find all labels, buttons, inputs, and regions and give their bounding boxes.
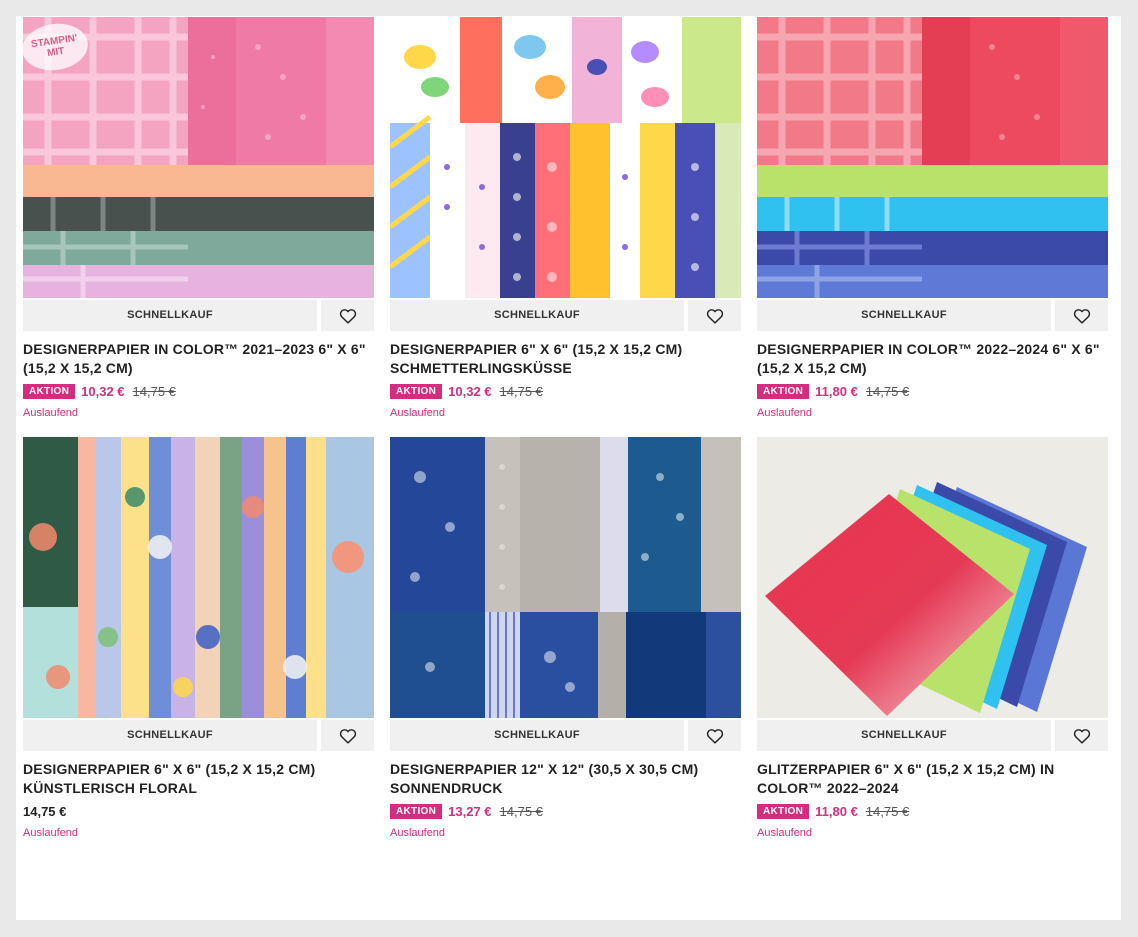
card-actions: SCHNELLKAUF [390, 300, 741, 331]
product-image-designer-paper-red-plaid[interactable] [757, 17, 1108, 298]
price-row: AKTION 10,32 € 14,75 € [390, 383, 741, 399]
product-image-glitter-paper[interactable] [757, 437, 1108, 718]
product-image-designer-paper-butterfly[interactable] [390, 17, 741, 298]
status-label: Auslaufend [757, 407, 813, 419]
price-row: 14,75 € [23, 803, 374, 819]
status-label: Auslaufend [390, 407, 446, 419]
heart-outline-icon [339, 308, 356, 324]
status-label: Auslaufend [23, 827, 79, 839]
original-price: 14,75 € [865, 803, 910, 819]
original-price: 14,75 € [499, 803, 543, 819]
sale-badge: AKTION [23, 383, 76, 399]
product-title[interactable]: DESIGNERPAPIER 6" X 6" (15,2 X 15,2 CM) … [390, 340, 741, 378]
card-actions: SCHNELLKAUF [23, 300, 374, 331]
quick-buy-button[interactable]: SCHNELLKAUF [390, 300, 684, 331]
favorite-button[interactable] [1055, 300, 1108, 331]
product-image-designer-paper-sunprint[interactable] [390, 437, 741, 718]
sale-price: 11,80 € [815, 803, 858, 819]
original-price: 14,75 € [499, 383, 543, 399]
product-image-designer-paper-artistic-floral[interactable] [23, 437, 374, 718]
price-row: AKTION 11,80 € 14,75 € [757, 803, 1108, 819]
product-title[interactable]: DESIGNERPAPIER IN COLOR™ 2021–2023 6" X … [23, 340, 374, 378]
status-label: Auslaufend [23, 407, 79, 419]
sale-badge: AKTION [757, 383, 810, 399]
status-label: Auslaufend [390, 827, 446, 839]
status-label: Auslaufend [757, 827, 813, 839]
card-actions: SCHNELLKAUF [390, 720, 741, 751]
heart-outline-icon [706, 728, 723, 744]
quick-buy-button[interactable]: SCHNELLKAUF [390, 720, 684, 751]
sale-badge: AKTION [757, 803, 810, 819]
favorite-button[interactable] [321, 720, 374, 751]
sale-badge: AKTION [390, 803, 443, 819]
sale-price: 13,27 € [448, 803, 492, 819]
original-price: 14,75 € [865, 383, 910, 399]
sale-price: 10,32 € [448, 383, 492, 399]
regular-price: 14,75 € [23, 803, 67, 819]
product-title[interactable]: DESIGNERPAPIER 12" X 12" (30,5 X 30,5 CM… [390, 760, 741, 798]
card-actions: SCHNELLKAUF [757, 720, 1108, 751]
original-price: 14,75 € [132, 383, 176, 399]
quick-buy-button[interactable]: SCHNELLKAUF [23, 300, 317, 331]
heart-outline-icon [339, 728, 356, 744]
card-actions: SCHNELLKAUF [757, 300, 1108, 331]
quick-buy-button[interactable]: SCHNELLKAUF [757, 300, 1051, 331]
heart-outline-icon [1073, 308, 1090, 324]
favorite-button[interactable] [1055, 720, 1108, 751]
favorite-button[interactable] [688, 720, 741, 751]
product-title[interactable]: DESIGNERPAPIER IN COLOR™ 2022–2024 6" X … [757, 340, 1108, 378]
quick-buy-button[interactable]: SCHNELLKAUF [23, 720, 317, 751]
sale-price: 11,80 € [815, 383, 858, 399]
sale-badge: AKTION [390, 383, 443, 399]
heart-outline-icon [1073, 728, 1090, 744]
product-title[interactable]: DESIGNERPAPIER 6" X 6" (15,2 X 15,2 CM) … [23, 760, 374, 798]
sale-price: 10,32 € [81, 383, 125, 399]
price-row: AKTION 13,27 € 14,75 € [390, 803, 741, 819]
card-actions: SCHNELLKAUF [23, 720, 374, 751]
quick-buy-button[interactable]: SCHNELLKAUF [757, 720, 1051, 751]
product-grid: STAMPIN' MIT SCHNELLKAUF DESIGNERPAPIER … [16, 16, 1121, 920]
price-row: AKTION 11,80 € 14,75 € [757, 383, 1108, 399]
price-row: AKTION 10,32 € 14,75 € [23, 383, 374, 399]
product-title[interactable]: GLITZERPAPIER 6" X 6" (15,2 X 15,2 CM) I… [757, 760, 1108, 798]
favorite-button[interactable] [321, 300, 374, 331]
heart-outline-icon [706, 308, 723, 324]
favorite-button[interactable] [688, 300, 741, 331]
